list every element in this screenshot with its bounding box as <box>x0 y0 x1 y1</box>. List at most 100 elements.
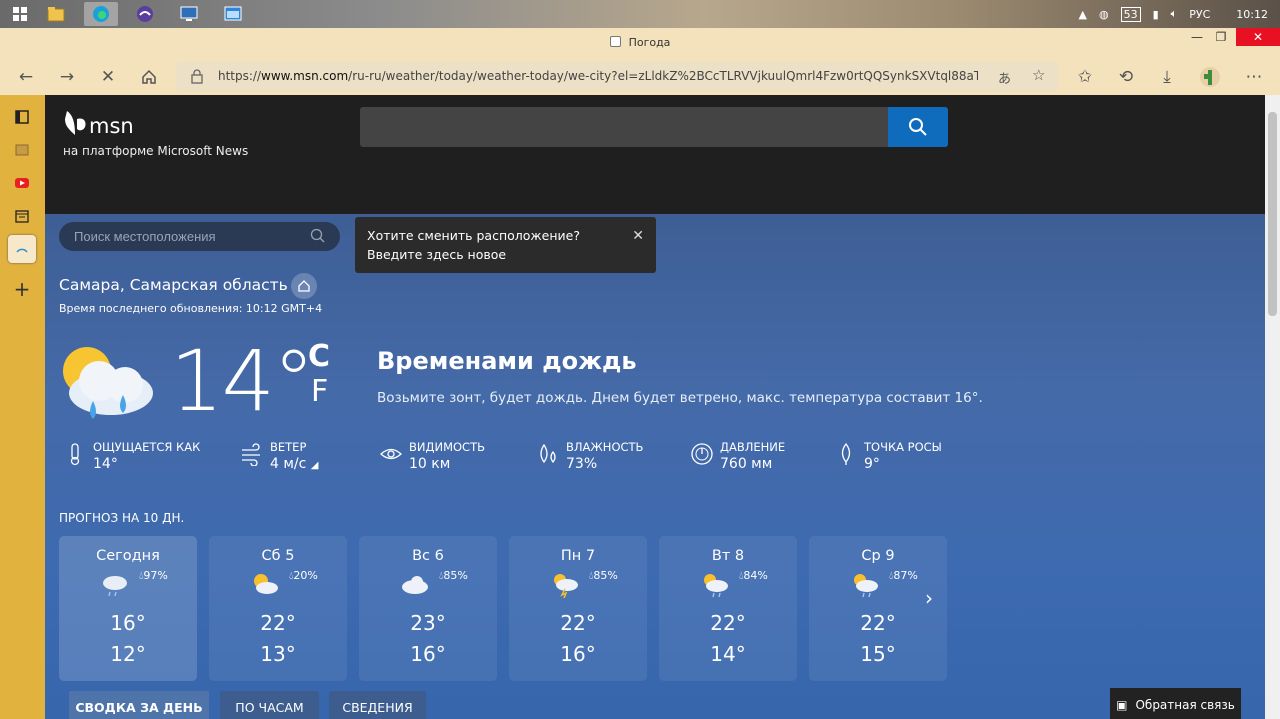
volume-icon[interactable]: 🔈︎ <box>1171 7 1178 21</box>
network-icon[interactable]: ▮ <box>1153 8 1159 21</box>
scrollbar-thumb[interactable] <box>1268 112 1277 316</box>
weather-description: Возьмите зонт, будет дождь. Днем будет в… <box>377 390 983 406</box>
youtube-icon <box>15 178 29 188</box>
precipitation-value: 85% <box>593 569 618 582</box>
stop-button[interactable]: ✕ <box>96 65 120 89</box>
low-temp: 15° <box>860 642 896 666</box>
high-temp: 22° <box>260 611 296 635</box>
tooltip-close-icon[interactable]: ✕ <box>632 227 644 246</box>
more-button[interactable]: ⋯ <box>1242 65 1266 89</box>
language-indicator[interactable]: РУС <box>1189 8 1210 21</box>
precipitation-value: 85% <box>443 569 468 582</box>
forecast-day[interactable]: Пн 7 💧︎85% 22° 16° <box>509 536 647 681</box>
home-button[interactable] <box>137 65 161 89</box>
chevron-up-icon[interactable]: ▲ <box>1079 8 1087 21</box>
page-scrollbar[interactable] <box>1265 95 1280 719</box>
precipitation: 💧︎97% <box>139 569 168 583</box>
sidebar-calendar[interactable] <box>8 202 36 230</box>
start-button[interactable] <box>3 2 37 26</box>
globe-icon[interactable]: ◍ <box>1099 8 1109 21</box>
close-window-button[interactable]: ✕ <box>1236 28 1280 46</box>
tray-badge[interactable]: 53 <box>1120 6 1141 22</box>
favorites-button[interactable]: ✩ <box>1073 65 1097 89</box>
folder-icon <box>47 7 65 22</box>
precipitation: 💧︎87% <box>889 569 918 583</box>
search-icon[interactable] <box>310 228 326 244</box>
set-home-button[interactable] <box>291 273 317 299</box>
last-updated: Время последнего обновления: 10:12 GMT+4 <box>59 302 323 315</box>
precipitation: 💧︎20% <box>289 569 318 583</box>
window-title: Погода <box>0 36 1280 49</box>
web-page: msn на платформе Microsoft News Хотите с… <box>45 95 1265 719</box>
tab-hourly[interactable]: ПО ЧАСАМ <box>220 691 319 719</box>
tab-details[interactable]: СВЕДЕНИЯ <box>329 691 426 719</box>
browser-toolbar: ← → ✕ https://www.msn.com/ru-ru/weather/… <box>0 58 1280 95</box>
location-search-input[interactable] <box>59 222 299 251</box>
msn-search-box <box>360 107 948 147</box>
page-icon <box>609 36 621 47</box>
msn-search-input[interactable] <box>360 107 888 147</box>
taskbar-app-4[interactable] <box>172 2 206 26</box>
sidebar-youtube[interactable] <box>8 169 36 197</box>
precipitation-value: 87% <box>893 569 918 582</box>
location-search-box <box>59 222 340 251</box>
chevron-right-icon[interactable]: › <box>925 586 933 610</box>
sidebar-add-button[interactable]: + <box>8 275 36 303</box>
windows-icon <box>13 7 27 21</box>
metric-label: ТОЧКА РОСЫ <box>864 440 942 454</box>
windows-taskbar: ▲ ◍ 53 ▮ 🔈︎ РУС 10:12 <box>0 0 1280 28</box>
back-button[interactable]: ← <box>14 65 38 89</box>
precipitation: 💧︎84% <box>739 569 768 583</box>
url-text[interactable]: https://www.msn.com/ru-ru/weather/today/… <box>218 69 978 83</box>
metric-label: ОЩУЩАЕТСЯ КАК <box>93 440 201 454</box>
avatar <box>1200 67 1220 87</box>
rain-cloud-sun-icon <box>63 347 153 419</box>
system-tray: ▲ ◍ 53 ▮ 🔈︎ РУС 10:12 <box>1079 0 1280 28</box>
lock-icon <box>191 69 203 84</box>
precipitation-value: 20% <box>293 569 318 582</box>
forward-button[interactable]: → <box>55 65 79 89</box>
taskbar-app-3[interactable] <box>128 2 162 26</box>
add-favorite-icon[interactable]: ☆ <box>1032 66 1045 84</box>
city-name: Самара, Самарская область <box>59 276 288 294</box>
msn-search-button[interactable] <box>888 107 948 147</box>
forecast-day-today[interactable]: Сегодня 💧︎97% 16° 12° <box>59 536 197 681</box>
clock[interactable]: 10:12 <box>1236 8 1268 21</box>
forecast-day[interactable]: Вс 6 💧︎85% 23° 16° <box>359 536 497 681</box>
weather-condition: Временами дождь <box>377 347 637 375</box>
wind-value: 4 м/с <box>270 456 307 472</box>
high-temp: 23° <box>410 611 446 635</box>
history-button[interactable]: ⟲ <box>1114 65 1138 89</box>
msn-butterfly-icon[interactable] <box>63 109 89 139</box>
current-temperature: 14° <box>170 332 315 430</box>
taskbar-explorer[interactable] <box>39 2 73 26</box>
address-bar[interactable]: https://www.msn.com/ru-ru/weather/today/… <box>176 62 1058 91</box>
day-name: Сегодня <box>96 548 160 564</box>
feedback-label: Обратная связь <box>1135 697 1235 712</box>
unit-fahrenheit[interactable]: F <box>311 374 328 409</box>
unit-celsius[interactable]: C <box>308 339 330 374</box>
day-name: Ср 9 <box>861 548 895 564</box>
sidebar-tabs[interactable] <box>8 103 36 131</box>
forecast-day[interactable]: Сб 5 💧︎20% 22° 13° <box>209 536 347 681</box>
low-temp: 14° <box>710 642 746 666</box>
read-aloud-icon[interactable]: あ <box>998 68 1011 87</box>
profile-button[interactable] <box>1198 65 1222 89</box>
feedback-button[interactable]: ▣ Обратная связь <box>1110 688 1241 719</box>
forecast-day[interactable]: Вт 8 💧︎84% 22° 14° <box>659 536 797 681</box>
restore-button[interactable]: ❐ <box>1205 28 1237 46</box>
arrow-right-icon: → <box>59 67 75 87</box>
sidebar-app-1[interactable] <box>8 136 36 164</box>
taskbar-edge[interactable] <box>84 2 118 26</box>
favorites-icon: ✩ <box>1077 67 1093 87</box>
tab-day-summary[interactable]: СВОДКА ЗА ДЕНЬ <box>69 691 209 719</box>
change-location-tooltip: Хотите сменить расположение? Введите зде… <box>355 217 656 273</box>
sidebar-weather[interactable] <box>8 235 36 263</box>
taskbar-app-5[interactable] <box>216 2 250 26</box>
metric-label: ВЛАЖНОСТЬ <box>566 440 644 454</box>
downloads-button[interactable]: ⤓ <box>1155 65 1179 89</box>
sun-rain-icon <box>854 574 878 598</box>
msn-logo-text[interactable]: msn <box>89 114 134 138</box>
wind-direction-icon: ◢ <box>310 460 319 471</box>
low-temp: 16° <box>410 642 446 666</box>
